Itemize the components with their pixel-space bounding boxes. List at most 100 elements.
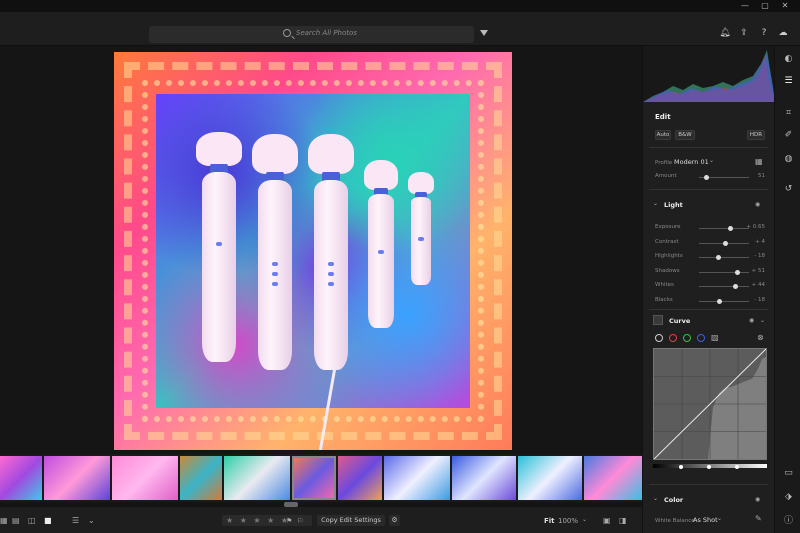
light-slider-knob[interactable] [722, 240, 728, 246]
light-slider-value[interactable]: + 51 [745, 268, 765, 274]
history-icon[interactable]: ↺ [783, 184, 794, 195]
search-input[interactable]: Search All Photos [296, 29, 357, 37]
thumbnail-5[interactable] [224, 456, 290, 500]
light-slider-knob[interactable] [715, 255, 721, 261]
light-slider-track[interactable] [699, 299, 749, 304]
tone-curve[interactable] [653, 348, 767, 460]
chevron-down-icon[interactable]: ⌄ [717, 515, 722, 522]
amount-slider[interactable] [699, 175, 749, 180]
hdr-button[interactable]: HDR [747, 130, 765, 140]
before-after-icon[interactable]: ◨ [619, 516, 627, 525]
light-slider-value[interactable]: + 44 [745, 282, 765, 288]
tag-icon[interactable]: ⬗ [783, 492, 794, 503]
curve-red-channel[interactable] [669, 334, 677, 342]
curve-blue-channel[interactable] [697, 334, 705, 342]
curve-section-title[interactable]: Curve [669, 317, 690, 325]
info-icon[interactable]: ⓘ [783, 516, 794, 527]
main-photo[interactable] [114, 52, 512, 450]
edit-icon[interactable]: ◐ [783, 54, 794, 65]
profile-select[interactable]: Modern 01 [674, 158, 709, 166]
search-bar[interactable]: Search All Photos [149, 26, 474, 43]
light-slider-value[interactable]: - 18 [745, 253, 765, 259]
close-button[interactable]: ✕ [778, 0, 792, 12]
thumbnail-4[interactable] [180, 456, 222, 500]
thumbnail-8[interactable] [384, 456, 450, 500]
help-icon[interactable]: ? [758, 27, 770, 39]
color-section-title[interactable]: Color [664, 496, 683, 504]
light-slider-knob[interactable] [734, 269, 740, 275]
thumbnail-3[interactable] [112, 456, 178, 500]
curve-white-point[interactable] [735, 465, 739, 469]
curve-icon[interactable] [653, 315, 663, 325]
light-slider-value[interactable]: - 18 [745, 297, 765, 303]
thumbnail-11[interactable] [584, 456, 642, 500]
chevron-down-icon[interactable]: ⌄ [582, 516, 587, 523]
curve-rgb-channel[interactable] [655, 334, 663, 342]
comment-icon[interactable]: ▭ [783, 468, 794, 479]
share-icon[interactable]: ⇪ [738, 27, 750, 39]
thumbnail-9[interactable] [452, 456, 516, 500]
thumbnail-6[interactable] [292, 456, 336, 500]
grid-medium-icon[interactable]: ▤ [12, 516, 20, 525]
light-slider-track[interactable] [699, 269, 749, 275]
thumbnail-7[interactable] [338, 456, 382, 500]
auto-button[interactable]: Auto [655, 130, 671, 140]
chevron-down-icon[interactable]: ⌄ [709, 157, 714, 164]
chevron-down-icon[interactable]: ⌄ [653, 200, 658, 207]
copy-edit-settings-button[interactable]: Copy Edit Settings [317, 515, 385, 526]
light-slider-knob[interactable] [716, 299, 722, 304]
light-slider-track[interactable] [699, 226, 749, 231]
crop-icon[interactable]: ⌗ [783, 108, 794, 119]
amount-value[interactable]: 51 [745, 173, 765, 179]
light-slider-knob[interactable] [727, 226, 733, 231]
light-slider-label: Contrast [655, 238, 679, 245]
filmstrip[interactable] [0, 454, 642, 502]
thumbnail-2[interactable] [44, 456, 110, 500]
light-slider-knob[interactable] [732, 284, 738, 290]
single-view-icon[interactable]: ■ [44, 516, 52, 525]
cloud-icon[interactable]: ☁ [777, 27, 789, 39]
thumbnail-1[interactable] [0, 456, 42, 500]
light-slider-track[interactable] [699, 255, 749, 261]
bell-icon[interactable]: 🔔︎ [719, 27, 731, 39]
mask-icon[interactable]: ◍ [783, 154, 794, 165]
filter-icon[interactable] [480, 30, 488, 36]
chevron-down-icon[interactable]: ⌄ [653, 495, 658, 502]
visibility-icon[interactable]: ◉ [755, 201, 760, 208]
thumbnail-10[interactable] [518, 456, 582, 500]
visibility-icon[interactable]: ◉ [755, 496, 760, 503]
visibility-icon[interactable]: ◉ [749, 317, 754, 324]
curve-green-channel[interactable] [683, 334, 691, 342]
edit-title: Edit [655, 113, 671, 121]
bw-button[interactable]: B&W [675, 130, 695, 140]
zoom-level[interactable]: 100% [558, 517, 578, 525]
flag-icon[interactable]: ⚑ [286, 517, 292, 525]
light-slider-track[interactable] [699, 284, 749, 290]
light-slider-value[interactable]: + 0.65 [745, 224, 765, 230]
white-balance-select[interactable]: As Shot [693, 516, 718, 524]
grid-small-icon[interactable]: ▦ [0, 516, 8, 525]
grid-large-icon[interactable]: ◫ [28, 516, 36, 525]
sliders-icon[interactable]: ☰ [783, 76, 794, 87]
chevron-down-icon[interactable]: ⌄ [760, 317, 765, 324]
amount-slider-knob[interactable] [704, 175, 709, 180]
zoom-fit-button[interactable]: Fit [544, 517, 555, 525]
minimize-button[interactable]: — [738, 0, 752, 12]
maximize-button[interactable]: ▢ [758, 0, 772, 12]
curve-mid-point[interactable] [707, 465, 711, 469]
compare-icon[interactable]: ▣ [603, 516, 611, 525]
sort-icon[interactable]: ☰ [72, 516, 79, 525]
eyedropper-icon[interactable]: ✎ [755, 514, 762, 523]
light-slider-value[interactable]: + 4 [745, 239, 765, 245]
light-slider-label: Shadows [655, 267, 680, 274]
chevron-down-icon[interactable]: ⌄ [88, 516, 95, 525]
profile-browser-icon[interactable]: ▦ [755, 157, 763, 166]
heal-icon[interactable]: ✐ [783, 130, 794, 141]
gear-icon[interactable]: ⚙ [389, 515, 400, 526]
curve-black-point[interactable] [679, 465, 683, 469]
reject-flag-icon[interactable]: ⚐ [297, 517, 303, 525]
parametric-curve-icon[interactable]: ▨ [711, 333, 719, 342]
light-section-title[interactable]: Light [664, 201, 683, 209]
target-adjust-icon[interactable]: ⊗ [757, 333, 764, 342]
light-slider-track[interactable] [699, 240, 749, 246]
